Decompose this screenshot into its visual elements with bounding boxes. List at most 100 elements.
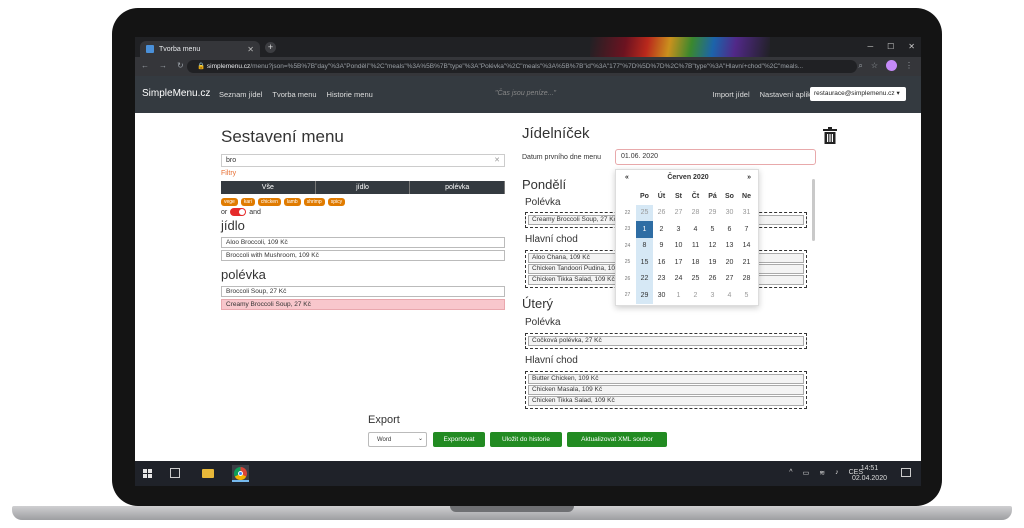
- nav-link-tvorba[interactable]: Tvorba menu: [272, 90, 316, 99]
- reload-icon[interactable]: ↻: [177, 61, 184, 70]
- calendar-day[interactable]: 2: [687, 287, 704, 304]
- windows-start-icon[interactable]: [143, 469, 152, 478]
- meal-item[interactable]: Aloo Broccoli, 109 Kč: [221, 237, 505, 248]
- calendar-day[interactable]: 9: [653, 238, 670, 255]
- battery-icon[interactable]: ▭: [803, 469, 810, 477]
- filters-link[interactable]: Filtry: [221, 170, 236, 177]
- nav-link-import[interactable]: Import jídel: [713, 90, 750, 99]
- calendar-day[interactable]: 5: [704, 221, 721, 238]
- menu-item[interactable]: Chicken Tikka Salad, 109 Kč: [528, 396, 804, 406]
- calendar-day[interactable]: 29: [704, 205, 721, 222]
- tag-chicken[interactable]: chicken: [257, 198, 281, 206]
- update-xml-button[interactable]: Aktualizovat XML soubor: [567, 432, 667, 447]
- tag-kari[interactable]: kari: [240, 198, 255, 206]
- calendar-day[interactable]: 14: [738, 238, 755, 255]
- calendar-day[interactable]: 16: [653, 254, 670, 271]
- clock[interactable]: 14:51 02.04.2020: [852, 464, 887, 484]
- menu-item[interactable]: Chicken Masala, 109 Kč: [528, 385, 804, 395]
- maximize-icon[interactable]: ☐: [887, 42, 894, 51]
- month-title[interactable]: Červen 2020: [616, 174, 760, 181]
- brand-logo[interactable]: SimpleMenu.cz: [142, 88, 210, 99]
- user-dropdown[interactable]: restaurace@simplemenu.cz ▾: [810, 87, 906, 101]
- calendar-day[interactable]: 18: [687, 254, 704, 271]
- trash-icon[interactable]: [823, 127, 837, 144]
- menu-dots-icon[interactable]: ⋮: [905, 61, 913, 70]
- calendar-day[interactable]: 2: [653, 221, 670, 238]
- calendar-day[interactable]: 22: [636, 270, 653, 287]
- dropzone-soup[interactable]: Čočková polévka, 27 Kč: [525, 333, 807, 349]
- calendar-day[interactable]: 25: [687, 271, 704, 288]
- calendar-day[interactable]: 28: [687, 205, 704, 222]
- meal-item[interactable]: Broccoli with Mushroom, 109 Kč: [221, 250, 505, 261]
- calendar-day[interactable]: 27: [721, 271, 738, 288]
- bookmark-star-icon[interactable]: ☆: [871, 61, 878, 70]
- calendar-day[interactable]: 11: [687, 238, 704, 255]
- menu-item[interactable]: Butter Chicken, 109 Kč: [528, 374, 804, 384]
- tab-close-icon[interactable]: ✕: [247, 45, 254, 54]
- tag-lamb[interactable]: lamb: [283, 198, 301, 206]
- calendar-day[interactable]: 21: [738, 254, 755, 271]
- calendar-day[interactable]: 3: [704, 287, 721, 304]
- date-input[interactable]: 01.06. 2020: [615, 149, 816, 165]
- forward-icon[interactable]: →: [159, 61, 167, 70]
- calendar-day[interactable]: 19: [704, 254, 721, 271]
- zoom-icon[interactable]: ⌕: [858, 61, 862, 71]
- menu-item[interactable]: Čočková polévka, 27 Kč: [528, 336, 804, 346]
- segment-all[interactable]: Vše: [221, 181, 316, 194]
- tag-vege[interactable]: vege: [221, 198, 238, 206]
- calendar-day[interactable]: 3: [670, 221, 687, 238]
- tray-chevron-icon[interactable]: ^: [789, 469, 792, 477]
- url-field[interactable]: 🔒 simplemenu.cz/menu?json=%5B%7B"day"%3A…: [187, 60, 857, 73]
- volume-icon[interactable]: ♪: [835, 469, 839, 477]
- nav-link-seznam[interactable]: Seznam jídel: [219, 90, 262, 99]
- calendar-day[interactable]: 5: [738, 287, 755, 304]
- calendar-day[interactable]: 24: [670, 271, 687, 288]
- calendar-day[interactable]: 20: [721, 254, 738, 271]
- calendar-day[interactable]: 29: [636, 287, 653, 304]
- calendar-day[interactable]: 4: [687, 221, 704, 238]
- format-select[interactable]: Word ⌄: [368, 432, 427, 447]
- calendar-day[interactable]: 10: [670, 238, 687, 255]
- calendar-day[interactable]: 31: [738, 205, 755, 222]
- calendar-day[interactable]: 30: [721, 205, 738, 222]
- dropzone-main[interactable]: Butter Chicken, 109 Kč Chicken Masala, 1…: [525, 371, 807, 409]
- calendar-day[interactable]: 30: [653, 287, 670, 304]
- segment-jidlo[interactable]: jídlo: [316, 181, 411, 194]
- profile-avatar-icon[interactable]: [886, 60, 897, 71]
- export-button[interactable]: Exportovat: [433, 432, 485, 447]
- calendar-day[interactable]: 13: [721, 238, 738, 255]
- calendar-day[interactable]: 17: [670, 254, 687, 271]
- notification-icon[interactable]: [901, 468, 911, 477]
- menu-scrollbar[interactable]: [812, 179, 815, 241]
- segment-polevka[interactable]: polévka: [410, 181, 506, 194]
- calendar-day[interactable]: 8: [636, 237, 653, 254]
- file-explorer-icon[interactable]: [202, 469, 214, 478]
- tag-shrimp[interactable]: shrimp: [303, 198, 325, 206]
- back-icon[interactable]: ←: [141, 61, 149, 70]
- task-view-icon[interactable]: [170, 468, 180, 478]
- tag-spicy[interactable]: spicy: [327, 198, 346, 206]
- chrome-taskbar-icon[interactable]: [232, 465, 249, 482]
- calendar-day[interactable]: 26: [653, 205, 670, 222]
- browser-tab[interactable]: Tvorba menu ✕: [140, 41, 260, 57]
- or-and-toggle[interactable]: [230, 208, 247, 216]
- close-window-icon[interactable]: ✕: [908, 42, 915, 51]
- next-month-button[interactable]: »: [747, 174, 751, 181]
- wifi-icon[interactable]: ≋: [819, 469, 825, 477]
- minimize-icon[interactable]: ─: [867, 42, 873, 51]
- save-history-button[interactable]: Uložit do historie: [490, 432, 562, 447]
- new-tab-button[interactable]: +: [265, 42, 276, 53]
- calendar-day[interactable]: 28: [738, 271, 755, 288]
- calendar-day[interactable]: 7: [738, 221, 755, 238]
- search-input[interactable]: bro ✕: [221, 154, 505, 167]
- calendar-day[interactable]: 4: [721, 287, 738, 304]
- calendar-day[interactable]: 6: [721, 221, 738, 238]
- calendar-day[interactable]: 1: [670, 287, 687, 304]
- nav-link-historie[interactable]: Historie menu: [327, 90, 373, 99]
- calendar-day[interactable]: 23: [653, 271, 670, 288]
- calendar-day[interactable]: 1: [636, 221, 653, 238]
- calendar-day[interactable]: 27: [670, 205, 687, 222]
- meal-item[interactable]: Broccoli Soup, 27 Kč: [221, 286, 505, 297]
- calendar-day[interactable]: 26: [704, 271, 721, 288]
- calendar-day[interactable]: 25: [636, 204, 653, 221]
